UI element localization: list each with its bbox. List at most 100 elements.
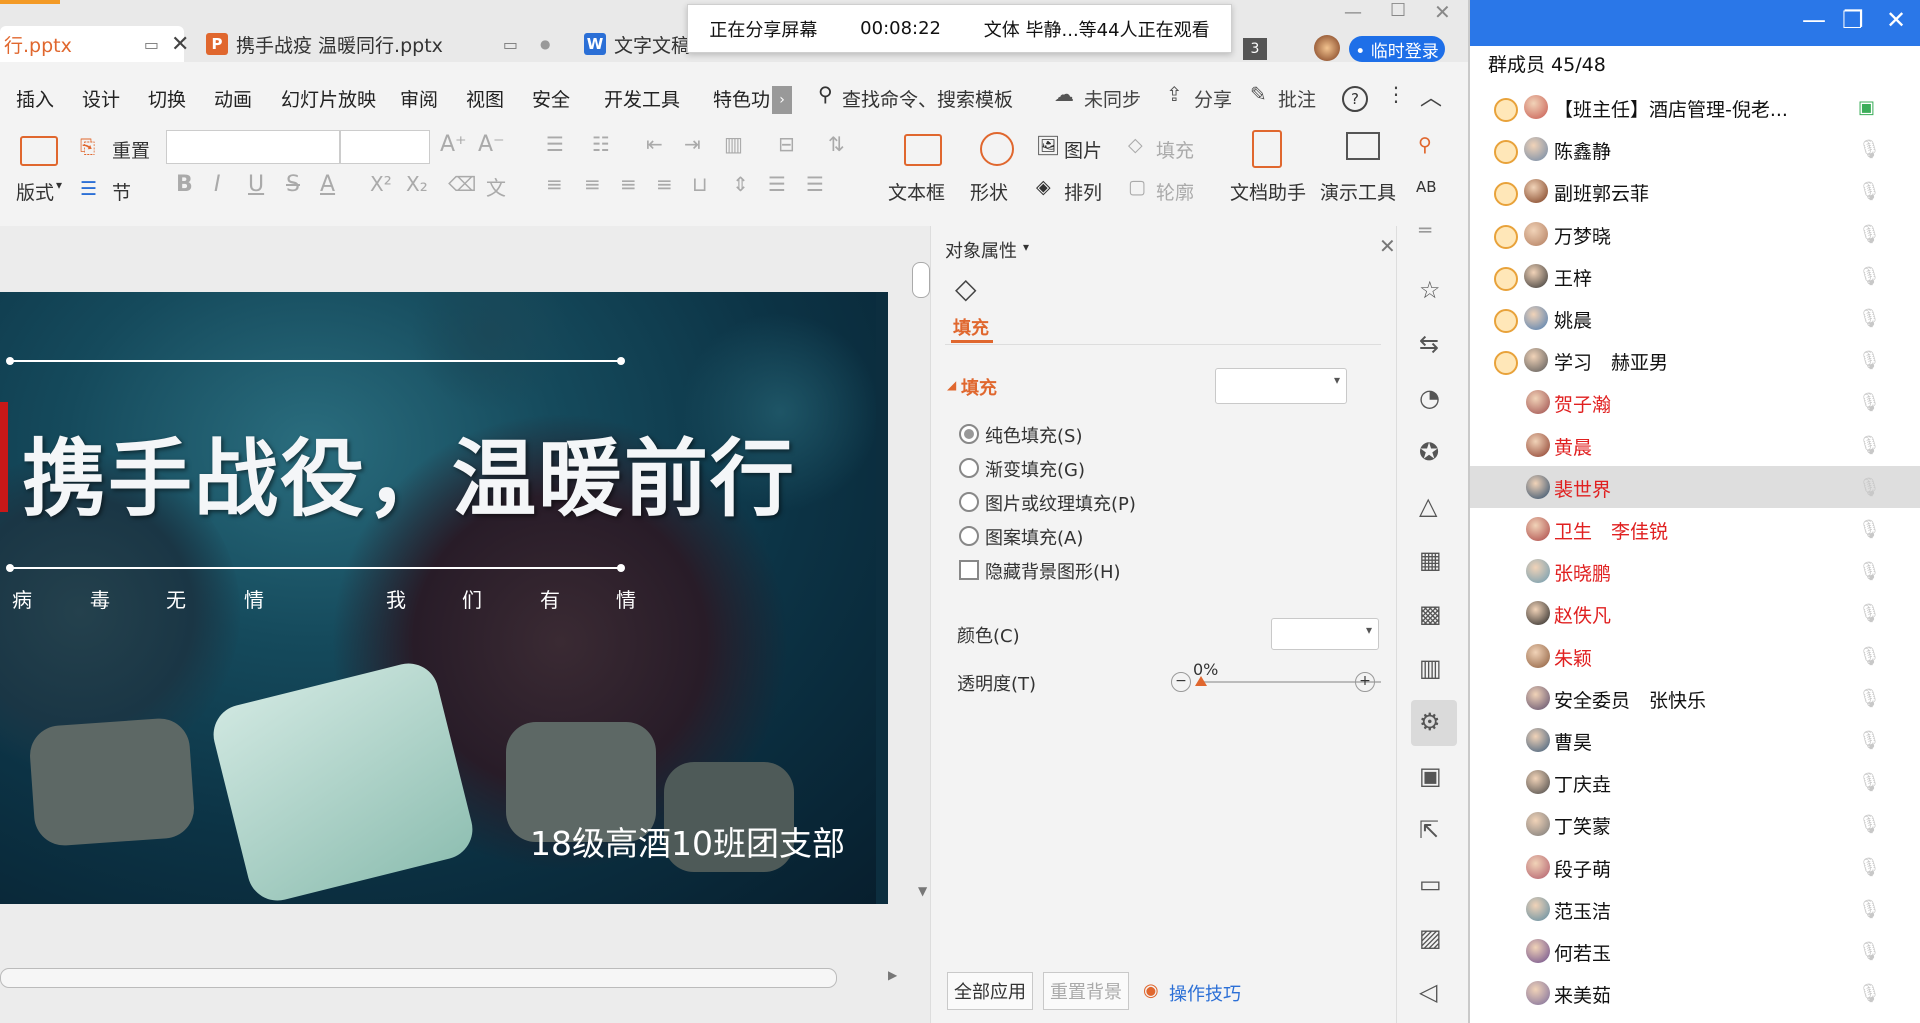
member-row[interactable]: 贺子瀚 🎙 <box>1470 381 1920 423</box>
tab-count-badge[interactable]: 3 <box>1243 38 1267 60</box>
collapse-triangle-icon[interactable]: ◢ <box>947 378 956 392</box>
numbering-icon[interactable]: ☷ <box>592 132 610 156</box>
avatar[interactable] <box>1526 390 1550 415</box>
chevron-down-icon[interactable]: ▾ <box>1023 240 1029 254</box>
avatar[interactable] <box>1526 854 1550 879</box>
member-name[interactable]: 姚晨 <box>1554 306 1592 333</box>
close-window-icon[interactable]: ✕ <box>1434 0 1451 24</box>
member-name[interactable]: 学习 赫亚男 <box>1554 348 1668 375</box>
mic-muted-icon[interactable]: 🎙 <box>1858 266 1881 287</box>
section-button[interactable]: 节 <box>112 178 131 205</box>
present-tool-icon[interactable] <box>1346 132 1380 160</box>
fill-color-dropdown[interactable] <box>1215 368 1347 404</box>
bold-icon[interactable]: B <box>176 172 193 197</box>
avatar[interactable] <box>1526 559 1550 584</box>
chevron-down-icon[interactable]: ▾ <box>56 178 62 192</box>
menu-features[interactable]: 特色功 <box>713 82 770 118</box>
member-name[interactable]: 卫生 李佳锐 <box>1554 517 1668 544</box>
mic-muted-icon[interactable]: 🎙 <box>1858 730 1881 751</box>
menu-insert[interactable]: 插入 <box>16 82 54 118</box>
member-name[interactable]: 裴世界 <box>1554 475 1611 502</box>
columns-icon[interactable]: ▥ <box>724 132 743 156</box>
underline-icon[interactable]: U <box>248 172 264 197</box>
badge-icon[interactable]: ✪ <box>1419 438 1439 466</box>
member-row[interactable]: 陈鑫静 🎙 <box>1470 128 1920 170</box>
layout-button[interactable]: 版式 <box>16 178 54 205</box>
share-button[interactable]: 分享 <box>1194 82 1232 118</box>
replace-icon[interactable]: AB <box>1416 178 1437 196</box>
picture-icon[interactable]: ▨ <box>1419 924 1442 952</box>
properties-icon[interactable]: ⚙ <box>1419 708 1441 736</box>
color-dropdown[interactable] <box>1271 618 1379 650</box>
align-left-icon[interactable]: ≡ <box>546 172 563 196</box>
avatar[interactable] <box>1526 432 1550 457</box>
line-spacing-icon[interactable]: ⇕ <box>732 172 749 196</box>
indent-icon[interactable]: ⇥ <box>684 132 701 156</box>
doc-assistant-icon[interactable] <box>1252 130 1282 168</box>
member-row[interactable]: 卫生 李佳锐 🎙 <box>1470 508 1920 550</box>
avatar[interactable] <box>1526 981 1550 1006</box>
member-row[interactable]: 安全委员 张快乐 🎙 <box>1470 677 1920 719</box>
member-name[interactable]: 万梦晓 <box>1554 222 1611 249</box>
drag-handle-icon[interactable]: ═ <box>1419 218 1431 242</box>
tab-fill[interactable]: 填充 <box>953 314 989 340</box>
italic-icon[interactable]: I <box>214 172 221 197</box>
decrease-transparency-icon[interactable]: − <box>1171 672 1191 692</box>
tips-link[interactable]: 操作技巧 <box>1169 980 1241 1006</box>
restore-icon[interactable]: ❐ <box>1842 6 1864 34</box>
reset-background-button[interactable]: 重置背景 <box>1043 972 1129 1010</box>
table-icon[interactable]: ▦ <box>1419 546 1442 574</box>
avatar[interactable] <box>1524 263 1548 288</box>
font-size-select[interactable] <box>340 130 430 164</box>
member-name[interactable]: 安全委员 张快乐 <box>1554 686 1706 713</box>
distribute-icon[interactable]: ⊔ <box>692 172 708 196</box>
sync-status[interactable]: 未同步 <box>1084 82 1141 118</box>
clear-format-icon[interactable]: ⌫ <box>448 172 476 196</box>
mic-muted-icon[interactable]: 🎙 <box>1858 983 1881 1004</box>
align-right-icon[interactable]: ≡ <box>620 172 637 196</box>
find-icon[interactable]: ⚲ <box>1418 134 1432 156</box>
member-name[interactable]: 陈鑫静 <box>1554 137 1611 164</box>
slide-title[interactable]: 携手战役，温暖前行 <box>22 412 796 533</box>
phonetic-icon[interactable]: 文 <box>486 172 506 201</box>
mic-muted-icon[interactable]: 🎙 <box>1858 688 1881 709</box>
collapse-ribbon-icon[interactable]: ︿ <box>1420 80 1442 112</box>
scroll-right-icon[interactable]: ▶ <box>888 968 897 982</box>
close-icon[interactable]: ✕ <box>1379 234 1396 258</box>
avatar[interactable] <box>1526 601 1550 626</box>
outdent-icon[interactable]: ⇤ <box>646 132 663 156</box>
member-row[interactable]: 【班主任】酒店管理-倪老... ▣ <box>1470 86 1920 128</box>
maximize-icon[interactable]: ☐ <box>1390 0 1406 21</box>
menu-developer[interactable]: 开发工具 <box>604 82 680 118</box>
align-center-icon[interactable]: ≡ <box>584 172 601 196</box>
avatar[interactable] <box>1524 179 1548 204</box>
strikethrough-icon[interactable]: S <box>286 172 300 197</box>
member-row[interactable]: 赵佚凡 🎙 <box>1470 592 1920 634</box>
member-name[interactable]: 何若玉 <box>1554 939 1611 966</box>
mic-muted-icon[interactable]: 🎙 <box>1858 392 1881 413</box>
solid-fill-label[interactable]: 纯色填充(S) <box>985 422 1082 448</box>
hide-bg-checkbox[interactable] <box>959 560 979 580</box>
avatar[interactable] <box>1526 517 1550 541</box>
share-viewers[interactable]: 文体 毕静...等44人正在观看 <box>984 16 1210 42</box>
member-row[interactable]: 范玉洁 🎙 <box>1470 888 1920 930</box>
tab-current-file[interactable]: 行.pptx ▭ ✕ <box>0 26 189 62</box>
pattern-fill-radio[interactable] <box>959 526 979 546</box>
member-name[interactable]: 丁庆垚 <box>1554 770 1611 797</box>
mic-muted-icon[interactable]: 🎙 <box>1858 941 1881 962</box>
menu-animation[interactable]: 动画 <box>214 82 252 118</box>
decrease-font-icon[interactable]: A⁻ <box>478 132 505 157</box>
gradient-fill-label[interactable]: 渐变填充(G) <box>985 456 1085 482</box>
avatar[interactable] <box>1526 939 1550 963</box>
menu-design[interactable]: 设计 <box>82 82 120 118</box>
avatar[interactable] <box>1526 812 1550 837</box>
subscript-icon[interactable]: X₂ <box>406 172 428 196</box>
slide-canvas[interactable]: 携手战役，温暖前行 病 毒 无 情 我 们 有 情 18级高酒10班团支部 <box>0 292 888 904</box>
picture-fill-radio[interactable] <box>959 492 979 512</box>
mic-muted-icon[interactable]: 🎙 <box>1858 181 1881 202</box>
doc-assistant-button[interactable]: 文档助手 <box>1230 178 1306 205</box>
mic-muted-icon[interactable]: 🎙 <box>1858 603 1881 624</box>
justify-icon[interactable]: ≡ <box>656 172 673 196</box>
pin-icon[interactable]: ▭ <box>503 35 518 54</box>
member-row[interactable]: 万梦晓 🎙 <box>1470 213 1920 255</box>
